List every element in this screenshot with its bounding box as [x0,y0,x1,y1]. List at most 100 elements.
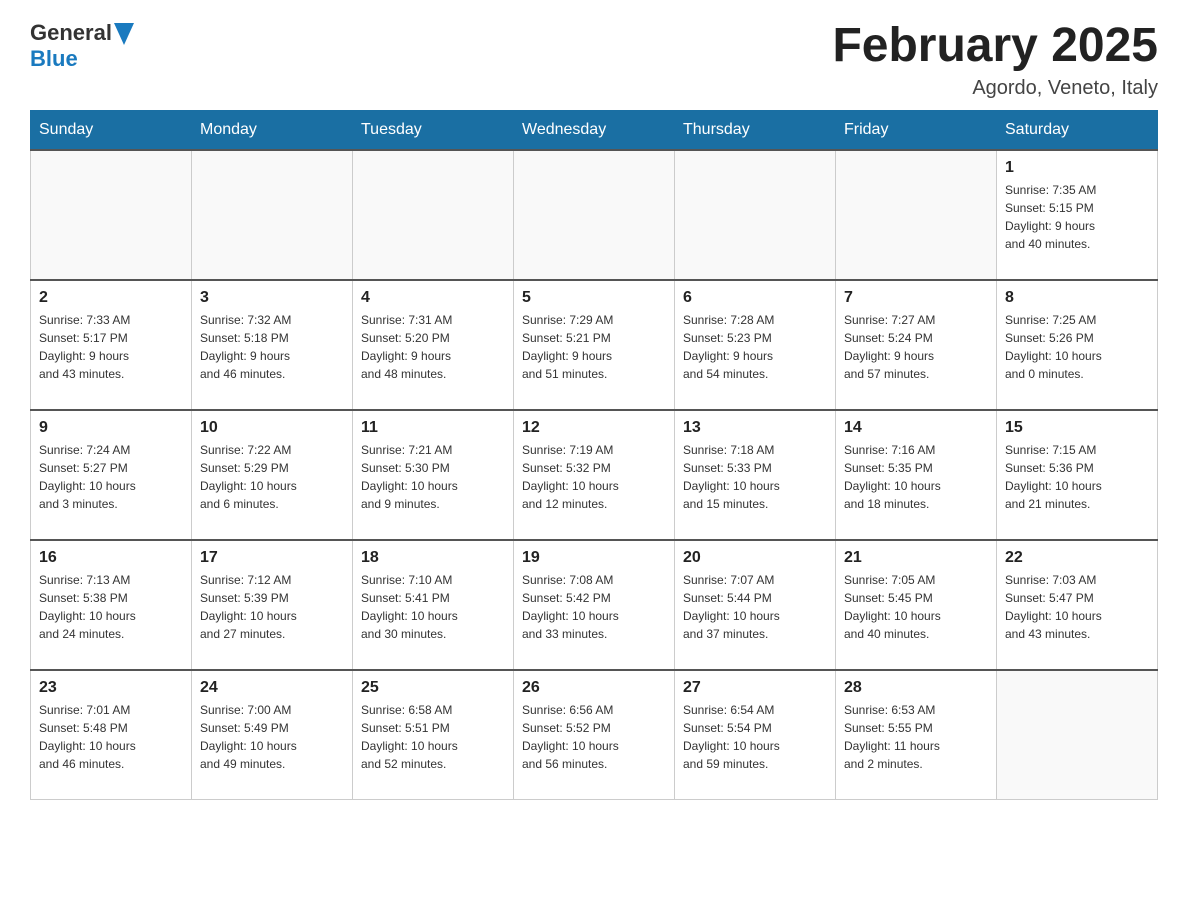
day-info: Sunrise: 7:10 AM Sunset: 5:41 PM Dayligh… [361,571,505,643]
day-number: 1 [1005,159,1149,177]
day-number: 20 [683,549,827,567]
day-info: Sunrise: 7:15 AM Sunset: 5:36 PM Dayligh… [1005,441,1149,513]
calendar-week-row: 16 Sunrise: 7:13 AM Sunset: 5:38 PM Dayli… [31,540,1158,670]
day-info: Sunrise: 7:21 AM Sunset: 5:30 PM Dayligh… [361,441,505,513]
day-info: Sunrise: 7:27 AM Sunset: 5:24 PM Dayligh… [844,311,988,383]
calendar-cell: 3 Sunrise: 7:32 AM Sunset: 5:18 PM Daylig… [192,280,353,410]
title-section: February 2025 Agordo, Veneto, Italy [832,20,1158,100]
day-info: Sunrise: 7:33 AM Sunset: 5:17 PM Dayligh… [39,311,183,383]
calendar-cell: 18 Sunrise: 7:10 AM Sunset: 5:41 PM Dayli… [353,540,514,670]
day-info: Sunrise: 7:19 AM Sunset: 5:32 PM Dayligh… [522,441,666,513]
calendar-cell: 8Sunrise: 7:25 AM Sunset: 5:26 PM Daylig… [997,280,1158,410]
day-number: 16 [39,549,183,567]
calendar-cell: 4Sunrise: 7:31 AM Sunset: 5:20 PM Daylig… [353,280,514,410]
logo-general-text: General [30,20,112,46]
calendar-table: SundayMondayTuesdayWednesdayThursdayFrid… [30,110,1158,801]
calendar-cell: 2Sunrise: 7:33 AM Sunset: 5:17 PM Daylig… [31,280,192,410]
day-info: Sunrise: 7:07 AM Sunset: 5:44 PM Dayligh… [683,571,827,643]
day-number: 10 [200,419,344,437]
day-info: Sunrise: 7:16 AM Sunset: 5:35 PM Dayligh… [844,441,988,513]
calendar-week-row: 2Sunrise: 7:33 AM Sunset: 5:17 PM Daylig… [31,280,1158,410]
calendar-cell [675,150,836,280]
weekday-header: Saturday [997,110,1158,150]
calendar-cell: 1 Sunrise: 7:35 AM Sunset: 5:15 PM Daylig… [997,150,1158,280]
weekday-header: Monday [192,110,353,150]
day-number: 17 [200,549,344,567]
day-number: 18 [361,549,505,567]
calendar-cell: 22Sunrise: 7:03 AM Sunset: 5:47 PM Dayli… [997,540,1158,670]
day-number: 24 [200,679,344,697]
calendar-cell [192,150,353,280]
calendar-cell: 23 Sunrise: 7:01 AM Sunset: 5:48 PM Dayli… [31,670,192,800]
logo: General Blue [30,20,134,72]
day-number: 11 [361,419,505,437]
day-info: Sunrise: 7:28 AM Sunset: 5:23 PM Dayligh… [683,311,827,383]
day-info: Sunrise: 7:24 AM Sunset: 5:27 PM Dayligh… [39,441,183,513]
day-number: 26 [522,679,666,697]
day-info: Sunrise: 6:54 AM Sunset: 5:54 PM Dayligh… [683,701,827,773]
weekday-header: Wednesday [514,110,675,150]
calendar-cell: 28Sunrise: 6:53 AM Sunset: 5:55 PM Dayli… [836,670,997,800]
day-number: 9 [39,419,183,437]
day-number: 23 [39,679,183,697]
day-info: Sunrise: 7:05 AM Sunset: 5:45 PM Dayligh… [844,571,988,643]
day-info: Sunrise: 7:00 AM Sunset: 5:49 PM Dayligh… [200,701,344,773]
page-header: General Blue February 2025 Agordo, Venet… [30,20,1158,100]
day-number: 27 [683,679,827,697]
day-info: Sunrise: 7:29 AM Sunset: 5:21 PM Dayligh… [522,311,666,383]
calendar-cell: 17 Sunrise: 7:12 AM Sunset: 5:39 PM Dayli… [192,540,353,670]
day-number: 28 [844,679,988,697]
day-info: Sunrise: 6:58 AM Sunset: 5:51 PM Dayligh… [361,701,505,773]
day-info: Sunrise: 7:22 AM Sunset: 5:29 PM Dayligh… [200,441,344,513]
calendar-cell [836,150,997,280]
calendar-cell: 6 Sunrise: 7:28 AM Sunset: 5:23 PM Daylig… [675,280,836,410]
calendar-cell: 13 Sunrise: 7:18 AM Sunset: 5:33 PM Dayli… [675,410,836,540]
day-number: 13 [683,419,827,437]
day-number: 6 [683,289,827,307]
day-number: 14 [844,419,988,437]
calendar-cell: 15Sunrise: 7:15 AM Sunset: 5:36 PM Dayli… [997,410,1158,540]
calendar-cell: 25 Sunrise: 6:58 AM Sunset: 5:51 PM Dayli… [353,670,514,800]
weekday-header: Thursday [675,110,836,150]
calendar-cell: 5 Sunrise: 7:29 AM Sunset: 5:21 PM Daylig… [514,280,675,410]
calendar-cell [514,150,675,280]
day-number: 7 [844,289,988,307]
calendar-week-row: 1 Sunrise: 7:35 AM Sunset: 5:15 PM Daylig… [31,150,1158,280]
day-info: Sunrise: 7:32 AM Sunset: 5:18 PM Dayligh… [200,311,344,383]
day-number: 25 [361,679,505,697]
calendar-cell: 14 Sunrise: 7:16 AM Sunset: 5:35 PM Dayli… [836,410,997,540]
calendar-cell: 19Sunrise: 7:08 AM Sunset: 5:42 PM Dayli… [514,540,675,670]
weekday-header: Friday [836,110,997,150]
day-number: 12 [522,419,666,437]
calendar-cell: 26 Sunrise: 6:56 AM Sunset: 5:52 PM Dayli… [514,670,675,800]
calendar-cell: 16 Sunrise: 7:13 AM Sunset: 5:38 PM Dayli… [31,540,192,670]
calendar-week-row: 9 Sunrise: 7:24 AM Sunset: 5:27 PM Daylig… [31,410,1158,540]
day-number: 8 [1005,289,1149,307]
day-number: 3 [200,289,344,307]
day-info: Sunrise: 7:18 AM Sunset: 5:33 PM Dayligh… [683,441,827,513]
calendar-cell: 12 Sunrise: 7:19 AM Sunset: 5:32 PM Dayli… [514,410,675,540]
calendar-week-row: 23 Sunrise: 7:01 AM Sunset: 5:48 PM Dayli… [31,670,1158,800]
day-info: Sunrise: 7:01 AM Sunset: 5:48 PM Dayligh… [39,701,183,773]
day-info: Sunrise: 7:08 AM Sunset: 5:42 PM Dayligh… [522,571,666,643]
day-number: 5 [522,289,666,307]
day-info: Sunrise: 7:31 AM Sunset: 5:20 PM Dayligh… [361,311,505,383]
day-info: Sunrise: 7:12 AM Sunset: 5:39 PM Dayligh… [200,571,344,643]
calendar-cell: 21 Sunrise: 7:05 AM Sunset: 5:45 PM Dayli… [836,540,997,670]
calendar-cell [31,150,192,280]
calendar-cell: 7 Sunrise: 7:27 AM Sunset: 5:24 PM Daylig… [836,280,997,410]
day-info: Sunrise: 7:13 AM Sunset: 5:38 PM Dayligh… [39,571,183,643]
weekday-header-row: SundayMondayTuesdayWednesdayThursdayFrid… [31,110,1158,150]
calendar-cell [353,150,514,280]
day-number: 21 [844,549,988,567]
month-title: February 2025 [832,20,1158,73]
weekday-header: Sunday [31,110,192,150]
calendar-cell: 24 Sunrise: 7:00 AM Sunset: 5:49 PM Dayli… [192,670,353,800]
calendar-cell: 10 Sunrise: 7:22 AM Sunset: 5:29 PM Dayli… [192,410,353,540]
calendar-cell [997,670,1158,800]
calendar-cell: 27 Sunrise: 6:54 AM Sunset: 5:54 PM Dayli… [675,670,836,800]
day-info: Sunrise: 6:56 AM Sunset: 5:52 PM Dayligh… [522,701,666,773]
weekday-header: Tuesday [353,110,514,150]
day-info: Sunrise: 7:35 AM Sunset: 5:15 PM Dayligh… [1005,181,1149,253]
calendar-cell: 9 Sunrise: 7:24 AM Sunset: 5:27 PM Daylig… [31,410,192,540]
